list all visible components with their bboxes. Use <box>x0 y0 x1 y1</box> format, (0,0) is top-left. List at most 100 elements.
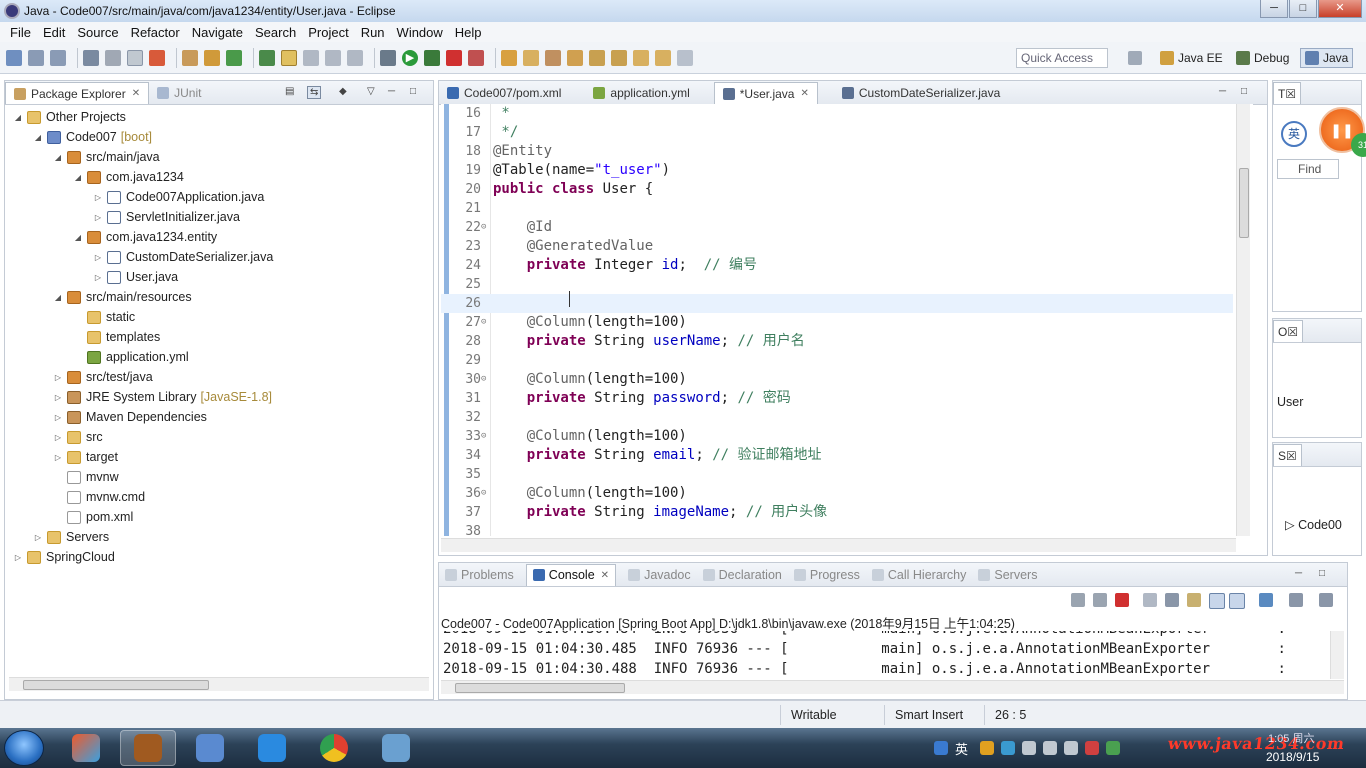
maximize-console-icon[interactable]: □ <box>1319 568 1325 579</box>
expand-arrow-icon[interactable]: ▷ <box>53 373 63 382</box>
code-line[interactable]: 16 * <box>441 104 1233 123</box>
expand-arrow-icon[interactable]: ▷ <box>33 533 43 542</box>
tree-item[interactable]: ◢ com.java1234 <box>5 167 433 187</box>
open-type-icon[interactable] <box>501 49 517 66</box>
save-all-icon[interactable] <box>50 49 66 66</box>
toggle-breadcrumb-icon[interactable] <box>105 49 121 66</box>
tree-item[interactable]: ▷ target <box>5 447 433 467</box>
expand-arrow-icon[interactable]: ◢ <box>53 293 63 302</box>
code-line[interactable]: 30 ⊝ @Column(length=100) <box>441 370 1233 389</box>
expand-arrow-icon[interactable]: ◢ <box>33 133 43 142</box>
expand-arrow-icon[interactable]: ▷ <box>53 393 63 402</box>
tab-servers[interactable]: Servers <box>978 568 1037 582</box>
editor-tab[interactable]: *User.java ✕ <box>713 82 818 104</box>
taskbar-chrome[interactable] <box>306 730 362 766</box>
tab-junit[interactable]: JUnit <box>149 82 209 104</box>
tree-item[interactable]: ▷ src/test/java <box>5 367 433 387</box>
close-button[interactable]: ✕ <box>1318 0 1362 18</box>
tree-item[interactable]: application.yml <box>5 347 433 367</box>
tray-icon[interactable] <box>1106 741 1121 755</box>
tree-item[interactable]: ▷ Code007Application.java <box>5 187 433 207</box>
fold-toggle-icon[interactable]: ⊝ <box>481 313 486 332</box>
expand-arrow-icon[interactable]: ◢ <box>13 113 23 122</box>
taskbar-app-1[interactable] <box>58 730 114 766</box>
tab-declaration[interactable]: Declaration <box>702 568 782 582</box>
code-line[interactable]: 28 private String userName; // 用户名 <box>441 332 1233 351</box>
code-line[interactable]: 26 <box>441 294 1233 313</box>
tree-item[interactable]: pom.xml <box>5 507 433 527</box>
tree-item[interactable]: ▷ Servers <box>5 527 433 547</box>
minimize-console-icon[interactable]: ─ <box>1295 568 1302 579</box>
maximize-button[interactable]: □ <box>1289 0 1317 18</box>
focus-icon[interactable]: ◆ <box>339 86 347 97</box>
maximize-view-icon[interactable]: □ <box>410 86 416 97</box>
tree-item[interactable]: mvnw.cmd <box>5 487 433 507</box>
print-icon[interactable] <box>83 49 99 66</box>
code-line[interactable]: 29 <box>441 351 1233 370</box>
find-input[interactable]: Find <box>1277 159 1339 179</box>
code-line[interactable]: 19 @Table(name="t_user") <box>441 161 1233 180</box>
code-line[interactable]: 33 ⊝ @Column(length=100) <box>441 427 1233 446</box>
tray-icon[interactable] <box>1001 741 1016 755</box>
editor-hscrollbar[interactable] <box>441 538 1236 552</box>
menu-run[interactable]: Run <box>355 25 391 40</box>
minimize-view-icon[interactable]: ─ <box>388 86 395 97</box>
tab-problems[interactable]: Problems <box>445 568 514 582</box>
next-annotation-icon[interactable] <box>589 49 605 66</box>
console-output[interactable]: 2018-09-15 01:04:30.484 INFO 76936 --- [… <box>441 631 1329 679</box>
taskbar-eclipse[interactable] <box>120 730 176 766</box>
expand-arrow-icon[interactable]: ◢ <box>73 233 83 242</box>
code-line[interactable]: 37 private String imageName; // 用户头像 <box>441 503 1233 522</box>
terminate-icon[interactable] <box>1115 593 1129 607</box>
servers-item[interactable]: ▷ Code00 <box>1285 517 1342 532</box>
collapse-all-icon[interactable]: ▤ <box>285 86 294 97</box>
spring-icon[interactable] <box>149 49 165 66</box>
view-menu-icon[interactable]: ▽ <box>367 86 375 97</box>
menu-edit[interactable]: Edit <box>37 25 71 40</box>
link-with-editor-icon[interactable]: ⇆ <box>307 86 322 99</box>
maximize-editor-icon[interactable]: □ <box>1241 86 1247 97</box>
expand-arrow-icon[interactable]: ▷ <box>53 433 63 442</box>
minimize-editor-icon[interactable]: ─ <box>1219 86 1226 97</box>
save-icon[interactable] <box>28 49 44 66</box>
expand-arrow-icon[interactable]: ◢ <box>53 153 63 162</box>
expand-arrow-icon[interactable]: ◢ <box>73 173 83 182</box>
debug-settings-icon[interactable] <box>380 49 396 66</box>
mark-occurrences-icon[interactable] <box>127 49 143 66</box>
taskbar-app-3[interactable] <box>182 730 238 766</box>
tree-item[interactable]: ▷ src <box>5 427 433 447</box>
debug-icon[interactable] <box>424 49 440 66</box>
code-line[interactable]: 38 <box>441 522 1233 536</box>
menu-file[interactable]: File <box>4 25 37 40</box>
close-icon[interactable]: ✕ <box>800 88 808 99</box>
git-icon[interactable] <box>226 49 242 66</box>
editor-tab[interactable]: Code007/pom.xml <box>439 82 569 104</box>
paragraph-icon[interactable] <box>347 49 363 66</box>
expand-arrow-icon[interactable]: ▷ <box>53 413 63 422</box>
tree-item[interactable]: templates <box>5 327 433 347</box>
code-line[interactable]: 35 <box>441 465 1233 484</box>
menu-window[interactable]: Window <box>391 25 449 40</box>
menu-navigate[interactable]: Navigate <box>186 25 249 40</box>
build-icon[interactable] <box>182 49 198 66</box>
code-line[interactable]: 22 ⊝ @Id <box>441 218 1233 237</box>
menu-source[interactable]: Source <box>71 25 124 40</box>
tree-item[interactable]: ◢ src/main/resources <box>5 287 433 307</box>
menu-help[interactable]: Help <box>449 25 488 40</box>
tab-javadoc[interactable]: Javadoc <box>628 568 691 582</box>
pin-icon[interactable] <box>259 49 275 66</box>
tree-item[interactable]: ▷ SpringCloud <box>5 547 433 567</box>
console-vscrollbar[interactable] <box>1330 631 1344 679</box>
tree-item[interactable]: ▷ ServletInitializer.java <box>5 207 433 227</box>
ime-language[interactable]: 英 <box>955 739 968 758</box>
tab-call-hierarchy[interactable]: Call Hierarchy <box>871 568 966 582</box>
code-line[interactable]: 23 @GeneratedValue <box>441 237 1233 256</box>
code-line[interactable]: 24 private Integer id; // 编号 <box>441 256 1233 275</box>
new-icon[interactable] <box>6 49 22 66</box>
code-line[interactable]: 27 ⊝ @Column(length=100) <box>441 313 1233 332</box>
fold-toggle-icon[interactable]: ⊝ <box>481 484 486 503</box>
code-line[interactable]: 18 @Entity <box>441 142 1233 161</box>
close-icon[interactable]: ✕ <box>601 570 609 581</box>
editor-vscrollbar[interactable] <box>1236 104 1250 536</box>
tree-item[interactable]: static <box>5 307 433 327</box>
